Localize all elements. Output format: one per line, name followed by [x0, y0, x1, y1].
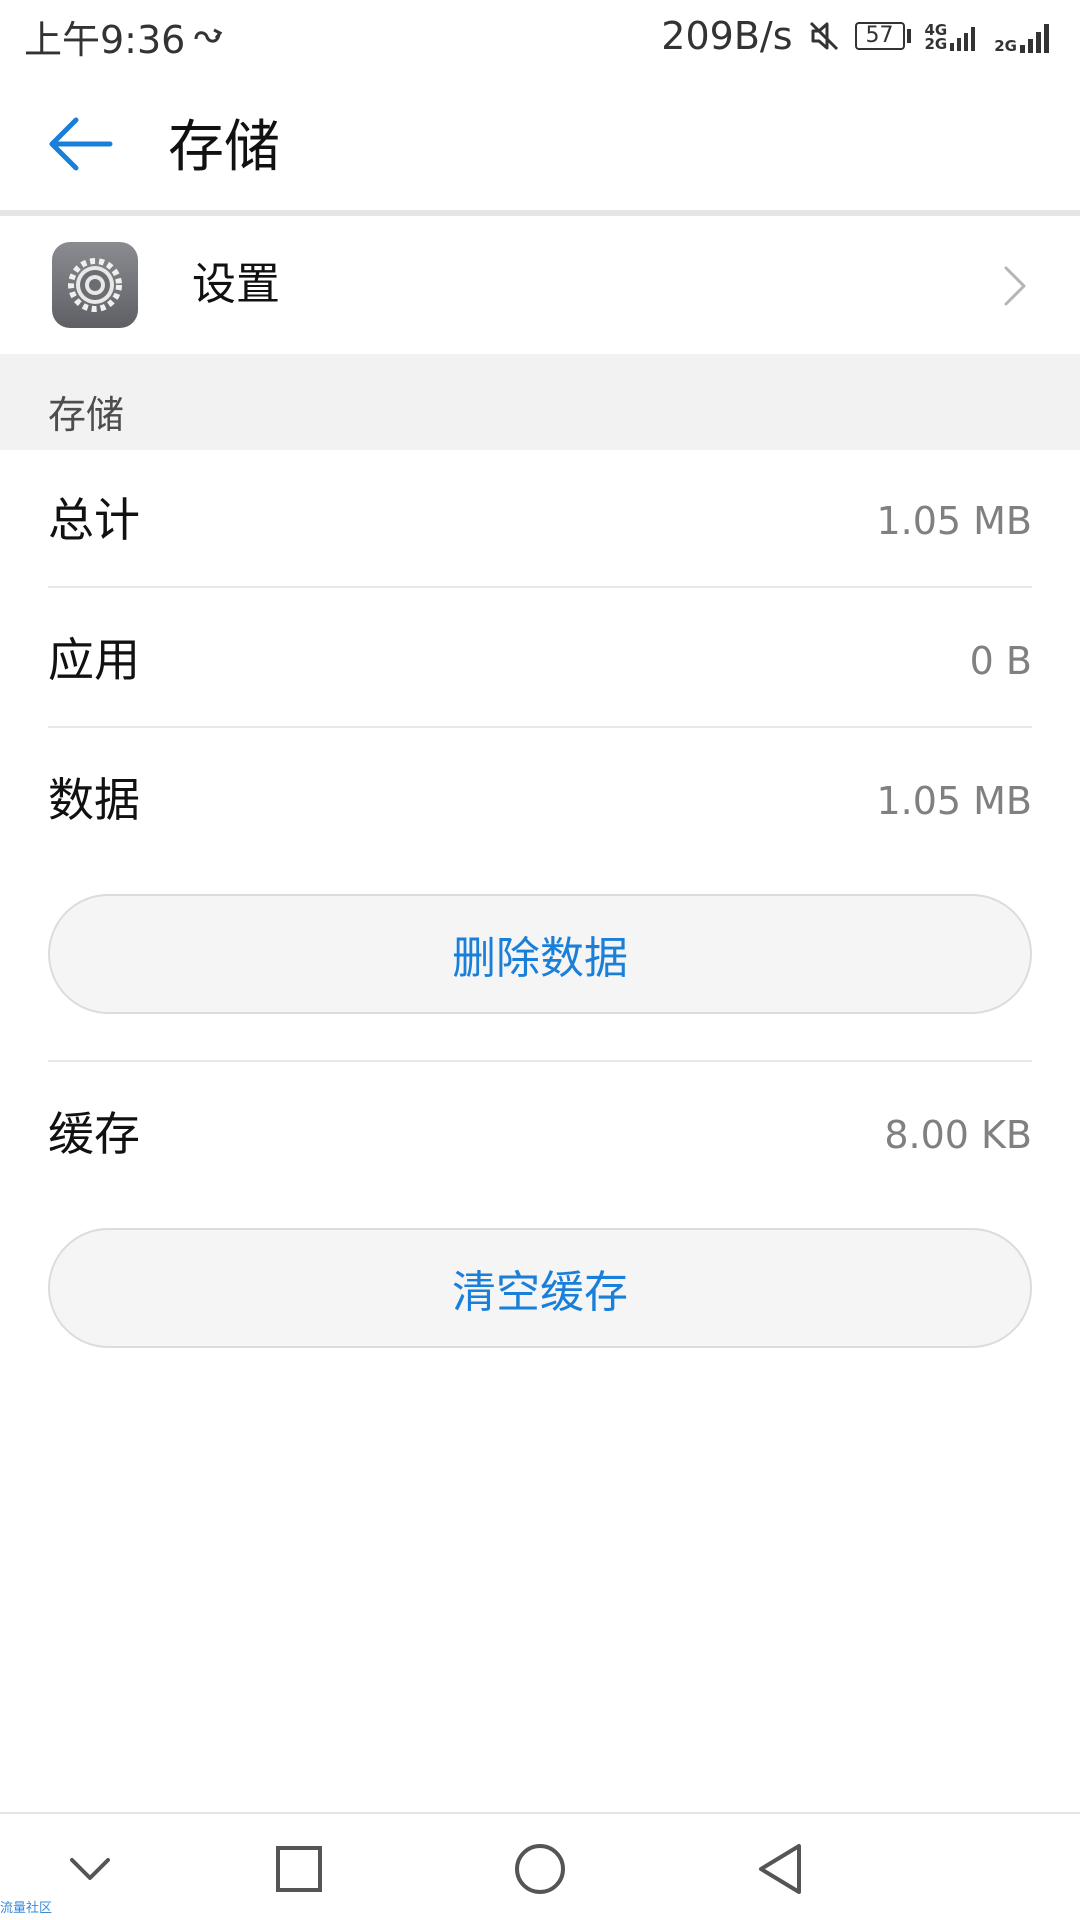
signal-bars-icon: [950, 27, 976, 51]
apps-row: 应用 0 B: [48, 590, 1032, 730]
status-time: 上午9:36: [24, 17, 186, 62]
sim1-tag-bottom: 2G: [924, 35, 948, 53]
cache-value: 8.00 KB: [884, 1113, 1032, 1157]
delete-data-button[interactable]: 删除数据: [48, 894, 1032, 1014]
signal-icon-sim2: 2G: [994, 19, 1054, 55]
watermark: 流量社区: [0, 1901, 53, 1916]
storage-section-header: 存储: [0, 354, 1080, 450]
total-label: 总计: [48, 493, 140, 547]
mute-icon: [809, 21, 838, 51]
app-icon: [52, 242, 138, 328]
cache-row: 缓存 8.00 KB: [48, 1064, 1032, 1204]
total-value: 1.05 MB: [876, 499, 1032, 543]
signal-bars-icon: [1020, 24, 1049, 53]
apps-value: 0 B: [969, 639, 1032, 683]
nav-recents-button[interactable]: [259, 1834, 339, 1904]
triangle-back-icon: [759, 1844, 801, 1894]
chevron-right-icon: [1004, 266, 1026, 306]
app-info-row[interactable]: 设置: [0, 216, 1080, 354]
arrow-left-icon: [49, 117, 113, 171]
status-bar-left: 上午9:36: [24, 9, 223, 64]
nav-back-button[interactable]: [740, 1834, 820, 1904]
status-bar-right: 209B/s 57 4G 2G 2G: [661, 14, 1054, 58]
clear-cache-button[interactable]: 清空缓存: [48, 1228, 1032, 1348]
app-name: 设置: [192, 259, 280, 310]
battery-icon: 57: [854, 22, 911, 50]
chevron-down-icon: [70, 1858, 110, 1880]
nav-home-button[interactable]: [500, 1834, 580, 1904]
data-row: 数据 1.05 MB: [48, 730, 1032, 870]
back-button[interactable]: [46, 114, 118, 174]
section-label: 存储: [48, 393, 125, 437]
app-bar: 存储: [0, 72, 1080, 212]
network-speed: 209B/s: [661, 14, 793, 58]
data-label: 数据: [48, 773, 140, 827]
apps-label: 应用: [48, 633, 140, 687]
square-recents-icon: [276, 1846, 322, 1892]
data-value: 1.05 MB: [876, 779, 1032, 823]
navigation-bar: [0, 1812, 1080, 1920]
page-title: 存储: [168, 115, 280, 180]
status-bar: 上午9:36 209B/s 57 4G 2G 2G: [0, 0, 1080, 72]
divider: [48, 726, 1032, 728]
link-icon: [194, 28, 223, 43]
signal-icon-sim1: 4G 2G: [924, 21, 981, 53]
circle-home-icon: [515, 1844, 565, 1894]
cache-label: 缓存: [48, 1107, 140, 1161]
divider: [48, 1060, 1032, 1062]
divider: [48, 586, 1032, 588]
nav-collapse-button[interactable]: [50, 1834, 130, 1904]
sim2-tag: 2G: [994, 37, 1017, 55]
battery-level: 57: [854, 22, 905, 50]
gear-icon: [68, 258, 122, 312]
total-row: 总计 1.05 MB: [48, 450, 1032, 590]
